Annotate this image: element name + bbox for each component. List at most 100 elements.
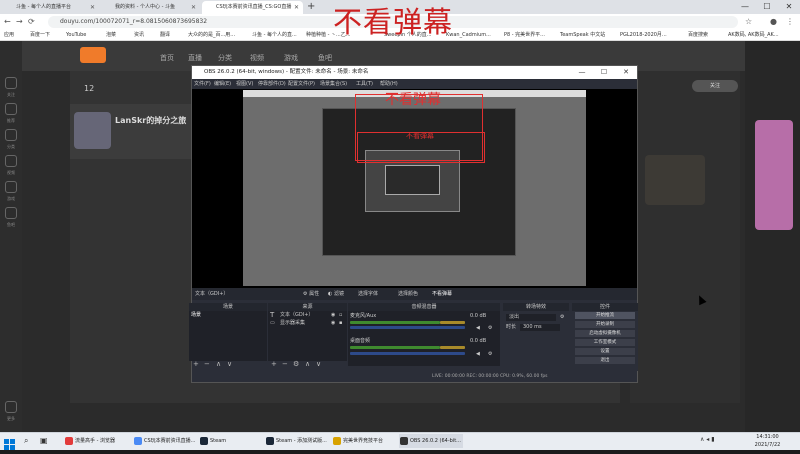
start-streaming-button[interactable]: 开始推流 (575, 312, 635, 319)
nav-video[interactable]: 视频 (250, 53, 264, 63)
obs-maximize-button[interactable]: ☐ (594, 66, 614, 79)
select-font-button[interactable]: 选择字体 (358, 290, 378, 299)
taskbar-item[interactable]: Steam (199, 434, 259, 448)
source-settings-icon[interactable]: ⚙ (293, 360, 299, 368)
nav-yuba[interactable]: 鱼吧 (318, 53, 332, 63)
system-tray-icon[interactable]: ∧ ◂ ▮ (700, 436, 715, 443)
add-transition-icon[interactable]: ⚙ (560, 314, 564, 321)
nav-category[interactable]: 分类 (218, 53, 232, 63)
nav-game[interactable]: 游戏 (284, 53, 298, 63)
add-source-icon[interactable]: + (271, 360, 277, 368)
nav-home[interactable]: 首页 (160, 53, 174, 63)
taskbar-item[interactable]: Steam - 添加测试版... (265, 434, 329, 448)
nav-live[interactable]: 直播 (188, 53, 202, 63)
maximize-button[interactable]: ☐ (756, 0, 778, 14)
menu-icon[interactable]: ⋮ (786, 15, 794, 29)
forward-icon[interactable]: → (16, 15, 23, 29)
back-icon[interactable]: ← (4, 15, 11, 29)
browser-tab[interactable]: 我的资料 - 个人中心 - 斗鱼 ✕ (101, 1, 200, 14)
menu-view[interactable]: 视图(V) (236, 79, 253, 89)
taskbar-item[interactable]: CS玩本赛前资讯直播... (133, 434, 195, 448)
move-down-icon[interactable]: ∨ (316, 360, 321, 368)
promo-banner[interactable] (755, 120, 793, 230)
properties-button[interactable]: ⚙ 属性 (303, 290, 319, 299)
bookmark-item[interactable]: 大众的的是_百...用... (188, 30, 235, 41)
bookmark-item[interactable]: 应用 (4, 30, 14, 41)
menu-file[interactable]: 文件(F) (194, 79, 211, 89)
bookmark-item[interactable]: 斗鱼 - 每个人的直... (252, 30, 297, 41)
yuba-icon[interactable] (5, 207, 17, 219)
close-icon[interactable]: ✕ (294, 1, 299, 14)
bookmark-item[interactable]: AK数码, AK数码_AK... (728, 30, 779, 41)
taskbar-item-active[interactable]: OBS 26.0.2 (64-bit... (399, 434, 463, 448)
bookmark-item[interactable]: PGL2018-2020月... (620, 30, 667, 41)
follow-icon[interactable] (5, 77, 17, 89)
move-down-icon[interactable]: ∨ (227, 360, 232, 368)
filters-button[interactable]: ◐ 滤镜 (328, 290, 344, 299)
menu-profile[interactable]: 配置文件(P) (288, 79, 315, 89)
browser-tab-active[interactable]: CS玩本赛前资讯直播_CS:GO直播 ✕ (202, 1, 303, 14)
follow-button[interactable]: 关注 (692, 80, 738, 92)
remove-source-icon[interactable]: − (282, 360, 288, 368)
task-view-icon[interactable]: ▣ (40, 436, 48, 445)
menu-edit[interactable]: 编辑(E) (214, 79, 231, 89)
close-window-button[interactable]: ✕ (778, 0, 800, 14)
studio-mode-button[interactable]: 工作室模式 (575, 339, 635, 346)
settings-button[interactable]: 设置 (575, 348, 635, 355)
obs-minimize-button[interactable]: — (572, 66, 592, 79)
browser-tab[interactable]: 斗鱼 - 每个人的直播平台 ✕ (2, 1, 99, 14)
game-icon[interactable] (5, 181, 17, 193)
select-color-button[interactable]: 选择颜色 (398, 290, 418, 299)
taskbar-item[interactable]: 完美世界竞技平台 (332, 434, 396, 448)
start-recording-button[interactable]: 开始录制 (575, 321, 635, 328)
gear-icon[interactable]: ⚙ (488, 325, 492, 332)
menu-help[interactable]: 帮助(H) (380, 79, 398, 89)
virtual-camera-button[interactable]: 启动虚拟摄像机 (575, 330, 635, 337)
close-icon[interactable]: ✕ (191, 1, 196, 14)
source-item[interactable]: 显示器采集 (280, 320, 305, 327)
bookmark-item[interactable]: 翻译 (160, 30, 170, 41)
bookmark-item[interactable]: P8 - 完美世界平... (504, 30, 545, 41)
bookmark-item[interactable]: 百度一下 (30, 30, 50, 41)
eye-icon[interactable]: ◉ (331, 320, 335, 327)
close-icon[interactable]: ✕ (90, 1, 95, 14)
streamer-avatar[interactable] (74, 112, 111, 149)
transition-select[interactable]: 淡出 (506, 314, 556, 321)
video-icon[interactable] (5, 155, 17, 167)
douyu-logo[interactable] (80, 47, 106, 63)
move-up-icon[interactable]: ∧ (305, 360, 310, 368)
volume-slider[interactable] (350, 326, 465, 329)
volume-slider[interactable] (350, 352, 465, 355)
scene-item[interactable]: 场景 (191, 312, 201, 319)
menu-docks[interactable]: 停靠部件(D) (258, 79, 286, 89)
star-icon[interactable]: ☆ (745, 15, 752, 29)
taskbar-clock[interactable]: 14:31:00 2021/7/22 (745, 433, 790, 449)
reload-icon[interactable]: ⟳ (28, 15, 35, 29)
menu-tools[interactable]: 工具(T) (356, 79, 373, 89)
windows-start-icon[interactable] (4, 435, 15, 450)
obs-close-button[interactable]: ✕ (616, 66, 636, 79)
more-icon[interactable] (5, 401, 17, 413)
remove-scene-icon[interactable]: − (204, 360, 210, 368)
lock-icon[interactable]: ▫ (339, 312, 342, 319)
add-scene-icon[interactable]: + (193, 360, 199, 368)
speaker-icon[interactable]: ◀ (476, 325, 480, 332)
promo-image[interactable] (645, 155, 705, 205)
duration-input[interactable]: 300 ms (520, 324, 560, 331)
category-icon[interactable] (5, 129, 17, 141)
bookmark-item[interactable]: 资讯 (134, 30, 144, 41)
taskbar-item[interactable]: 流量高手 - 浏览器 (64, 434, 130, 448)
menu-scene-collection[interactable]: 场景集合(S) (320, 79, 347, 89)
minimize-button[interactable]: — (734, 0, 756, 14)
bookmark-item[interactable]: TeamSpeak 中文站 (560, 30, 605, 41)
move-up-icon[interactable]: ∧ (216, 360, 221, 368)
eye-icon[interactable]: ◉ (331, 312, 335, 319)
bookmark-item[interactable]: 百度搜索 (688, 30, 708, 41)
lock-icon[interactable]: ▪ (339, 320, 342, 327)
speaker-icon[interactable]: ◀ (476, 351, 480, 358)
bookmark-item[interactable]: 泡菜 (106, 30, 116, 41)
gear-icon[interactable]: ⚙ (488, 351, 492, 358)
new-tab-button[interactable]: + (307, 1, 315, 13)
search-icon[interactable]: ⌕ (24, 436, 28, 446)
source-item[interactable]: 文本（GDI+） (280, 312, 313, 319)
